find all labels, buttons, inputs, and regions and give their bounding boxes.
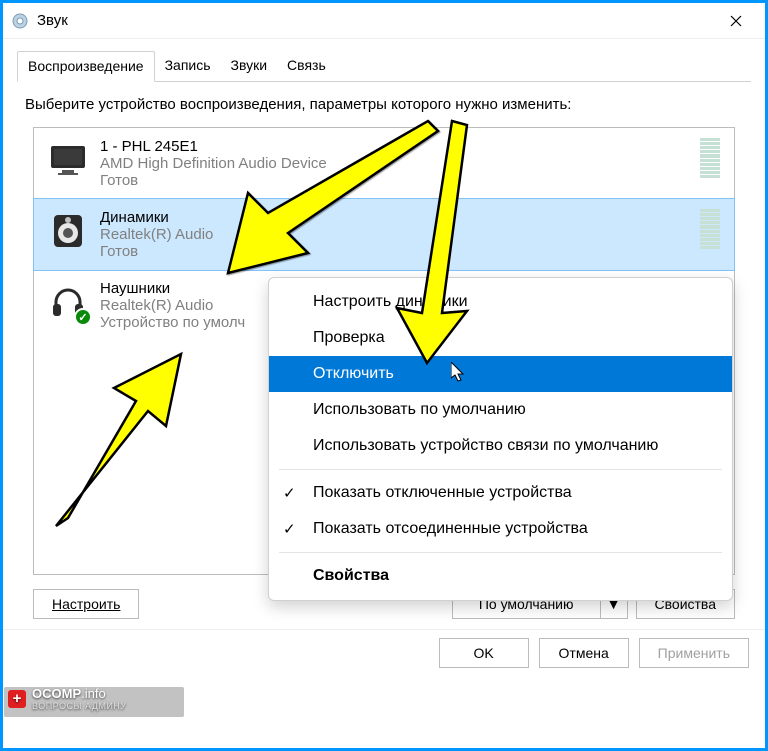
menu-set-default-comm[interactable]: Использовать устройство связи по умолчан…	[269, 428, 732, 464]
instruction-text: Выберите устройство воспроизведения, пар…	[3, 82, 765, 123]
plus-icon: +	[8, 690, 26, 708]
device-row-speakers[interactable]: Динамики Realtek(R) Audio Готов	[33, 198, 735, 271]
close-button[interactable]	[715, 7, 757, 35]
monitor-icon	[48, 140, 88, 180]
device-status: Готов	[100, 243, 700, 260]
titlebar: Звук	[3, 3, 765, 39]
tab-bar: Воспроизведение Запись Звуки Связь	[3, 39, 765, 82]
headphones-icon: ✓	[48, 282, 88, 322]
device-name: Динамики	[100, 209, 700, 226]
context-menu[interactable]: Настроить динамики Проверка Отключить Ис…	[268, 277, 733, 601]
dialog-footer: OK Отмена Применить	[3, 629, 765, 678]
menu-show-disconnected[interactable]: ✓ Показать отсоединенные устройства	[269, 511, 732, 547]
device-text: Динамики Realtek(R) Audio Готов	[100, 209, 700, 260]
menu-properties[interactable]: Свойства	[269, 558, 732, 594]
tab-playback[interactable]: Воспроизведение	[17, 51, 155, 82]
site-watermark: + OCOMP.info ВОПРОСЫ АДМИНУ	[8, 686, 127, 711]
window-title: Звук	[37, 12, 715, 29]
menu-show-disabled[interactable]: ✓ Показать отключенные устройства	[269, 475, 732, 511]
apply-button[interactable]: Применить	[639, 638, 749, 668]
menu-disable[interactable]: Отключить	[269, 356, 732, 392]
cancel-button[interactable]: Отмена	[539, 638, 629, 668]
sound-icon	[11, 12, 29, 30]
menu-test[interactable]: Проверка	[269, 320, 732, 356]
tab-communications[interactable]: Связь	[277, 51, 336, 82]
device-detail: Realtek(R) Audio	[100, 226, 700, 243]
speaker-icon	[48, 211, 88, 251]
ok-button[interactable]: OK	[439, 638, 529, 668]
menu-set-default[interactable]: Использовать по умолчанию	[269, 392, 732, 428]
device-detail: AMD High Definition Audio Device	[100, 155, 700, 172]
menu-separator	[279, 552, 722, 553]
check-icon: ✓	[283, 484, 296, 502]
configure-button[interactable]: Настроить	[33, 589, 139, 619]
device-text: 1 - PHL 245E1 AMD High Definition Audio …	[100, 138, 700, 189]
menu-separator	[279, 469, 722, 470]
tab-recording[interactable]: Запись	[155, 51, 221, 82]
default-check-icon: ✓	[74, 308, 92, 326]
level-meter	[700, 138, 720, 178]
level-meter	[700, 209, 720, 249]
device-name: 1 - PHL 245E1	[100, 138, 700, 155]
check-icon: ✓	[283, 520, 296, 538]
menu-configure-speakers[interactable]: Настроить динамики	[269, 284, 732, 320]
device-status: Готов	[100, 172, 700, 189]
tab-sounds[interactable]: Звуки	[221, 51, 278, 82]
device-row-monitor[interactable]: 1 - PHL 245E1 AMD High Definition Audio …	[34, 128, 734, 199]
